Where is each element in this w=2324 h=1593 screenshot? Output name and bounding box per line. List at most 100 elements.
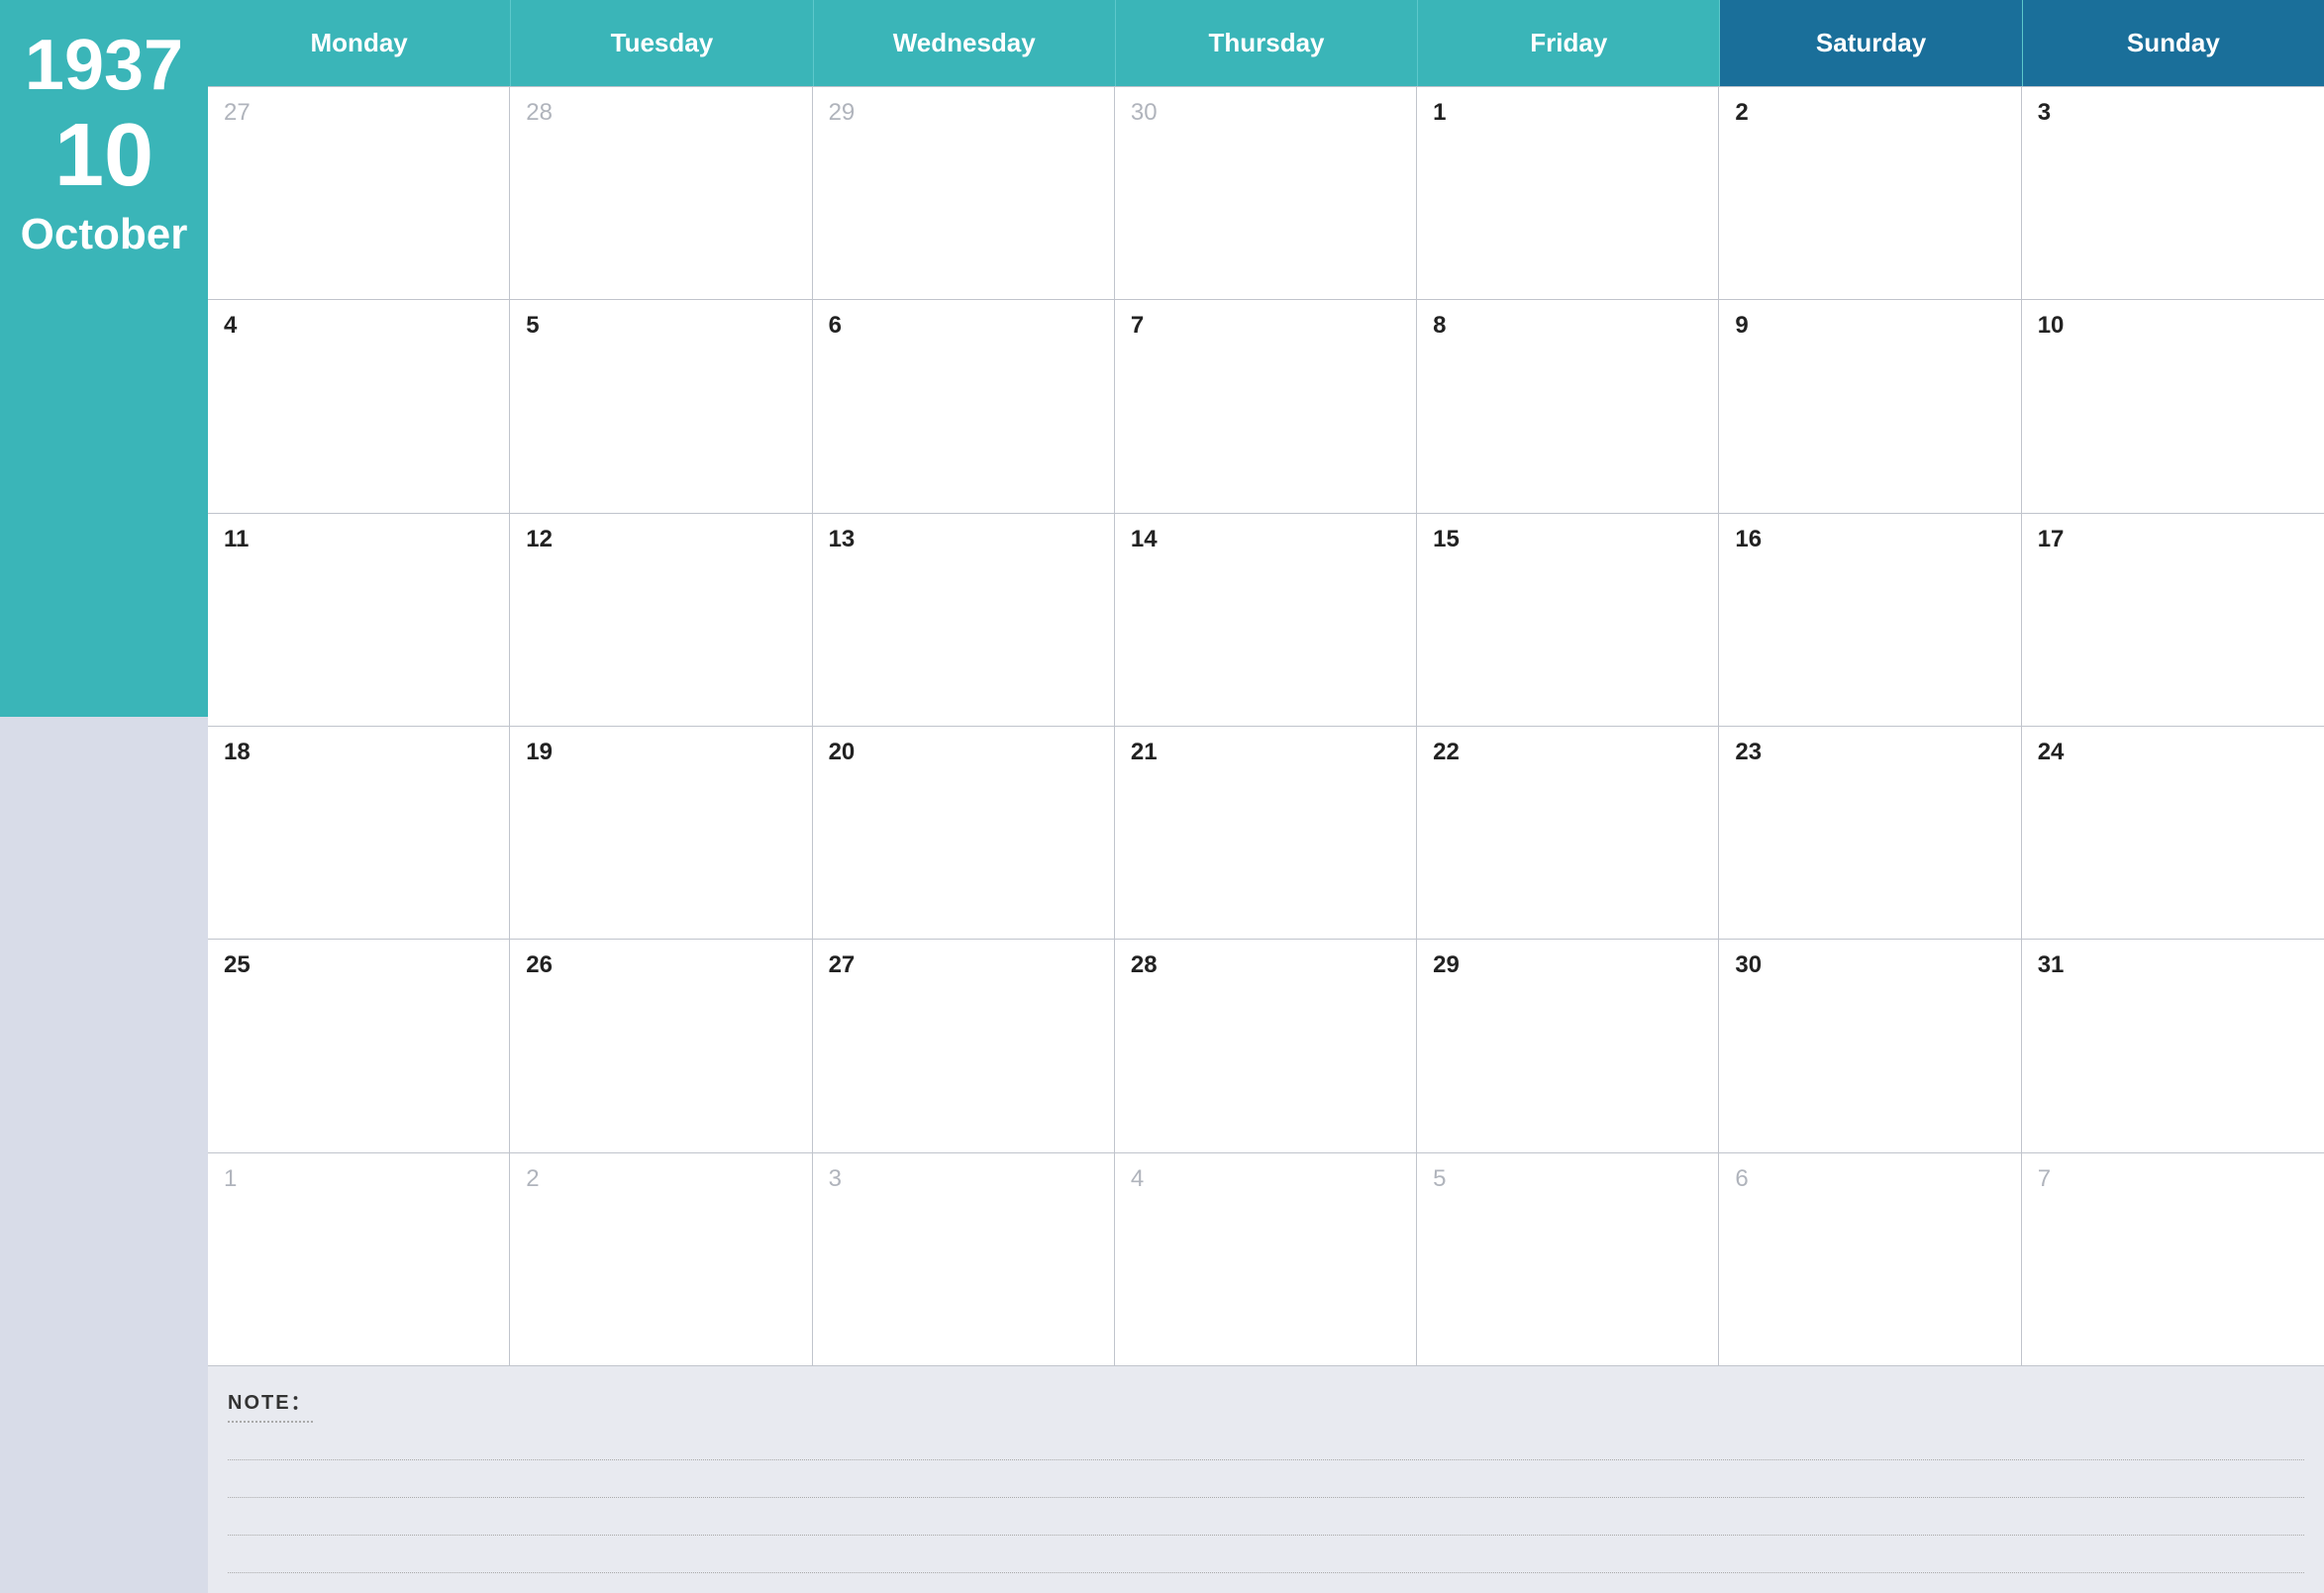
day-cell[interactable]: 26 — [510, 940, 812, 1152]
day-number: 12 — [526, 526, 795, 553]
header-sunday: Sunday — [2022, 0, 2324, 86]
day-cell[interactable]: 10 — [2022, 300, 2324, 513]
note-line-2 — [228, 1460, 2304, 1498]
day-number: 5 — [526, 312, 795, 340]
notes-lines — [228, 1423, 2304, 1593]
day-number: 28 — [526, 99, 795, 127]
day-number: 25 — [224, 951, 493, 979]
header-saturday: Saturday — [1719, 0, 2021, 86]
day-cell[interactable]: 27 — [208, 87, 510, 300]
day-number: 29 — [1433, 951, 1702, 979]
day-cell[interactable]: 6 — [813, 300, 1115, 513]
day-number: 21 — [1131, 739, 1400, 766]
day-cell[interactable]: 1 — [1417, 87, 1719, 300]
day-number: 26 — [526, 951, 795, 979]
sidebar: 1937 10 October — [0, 0, 208, 1593]
day-number: 31 — [2038, 951, 2308, 979]
day-number: 2 — [1735, 99, 2004, 127]
day-cell[interactable]: 3 — [2022, 87, 2324, 300]
day-cell[interactable]: 13 — [813, 514, 1115, 727]
day-number: 11 — [224, 526, 493, 553]
day-cell[interactable]: 19 — [510, 727, 812, 940]
header-tuesday: Tuesday — [510, 0, 812, 86]
day-number: 18 — [224, 739, 493, 766]
day-cell[interactable]: 3 — [813, 1153, 1115, 1366]
day-number: 1 — [1433, 99, 1702, 127]
day-cell[interactable]: 30 — [1719, 940, 2021, 1152]
day-cell[interactable]: 14 — [1115, 514, 1417, 727]
day-number: 16 — [1735, 526, 2004, 553]
day-cell[interactable]: 24 — [2022, 727, 2324, 940]
day-cell[interactable]: 27 — [813, 940, 1115, 1152]
day-cell[interactable]: 2 — [510, 1153, 812, 1366]
day-number: 10 — [2038, 312, 2308, 340]
day-cell[interactable]: 18 — [208, 727, 510, 940]
days-header: Monday Tuesday Wednesday Thursday Friday… — [208, 0, 2324, 86]
day-number: 5 — [1433, 1165, 1702, 1193]
day-number: 7 — [2038, 1165, 2308, 1193]
sidebar-month: October — [21, 210, 188, 259]
day-number: 4 — [1131, 1165, 1400, 1193]
day-cell[interactable]: 28 — [510, 87, 812, 300]
note-line-3 — [228, 1498, 2304, 1536]
day-number: 27 — [224, 99, 493, 127]
header-monday: Monday — [208, 0, 510, 86]
day-cell[interactable]: 1 — [208, 1153, 510, 1366]
day-cell[interactable]: 15 — [1417, 514, 1719, 727]
day-cell[interactable]: 22 — [1417, 727, 1719, 940]
day-cell[interactable]: 29 — [813, 87, 1115, 300]
day-cell[interactable]: 4 — [208, 300, 510, 513]
day-number: 3 — [829, 1165, 1098, 1193]
day-cell[interactable]: 31 — [2022, 940, 2324, 1152]
day-cell[interactable]: 16 — [1719, 514, 2021, 727]
day-number: 6 — [1735, 1165, 2004, 1193]
day-number: 22 — [1433, 739, 1702, 766]
day-cell[interactable]: 7 — [2022, 1153, 2324, 1366]
day-number: 20 — [829, 739, 1098, 766]
day-cell[interactable]: 30 — [1115, 87, 1417, 300]
note-line-4 — [228, 1536, 2304, 1573]
day-cell[interactable]: 9 — [1719, 300, 2021, 513]
note-line-1 — [228, 1423, 2304, 1460]
day-cell[interactable]: 29 — [1417, 940, 1719, 1152]
day-number: 7 — [1131, 312, 1400, 340]
day-number: 23 — [1735, 739, 2004, 766]
header-wednesday: Wednesday — [813, 0, 1115, 86]
day-number: 19 — [526, 739, 795, 766]
day-number: 30 — [1131, 99, 1400, 127]
sidebar-day-number: 10 — [54, 111, 153, 200]
day-cell[interactable]: 7 — [1115, 300, 1417, 513]
day-number: 30 — [1735, 951, 2004, 979]
notes-section: NOTE： — [208, 1366, 2324, 1593]
day-number: 6 — [829, 312, 1098, 340]
day-number: 17 — [2038, 526, 2308, 553]
day-cell[interactable]: 20 — [813, 727, 1115, 940]
day-cell[interactable]: 12 — [510, 514, 812, 727]
day-cell[interactable]: 5 — [510, 300, 812, 513]
header-friday: Friday — [1417, 0, 1719, 86]
day-cell[interactable]: 2 — [1719, 87, 2021, 300]
day-cell[interactable]: 23 — [1719, 727, 2021, 940]
calendar-container: 1937 10 October Monday Tuesday Wednesday… — [0, 0, 2324, 1593]
sidebar-year: 1937 — [25, 30, 183, 101]
day-cell[interactable]: 21 — [1115, 727, 1417, 940]
day-number: 9 — [1735, 312, 2004, 340]
day-number: 27 — [829, 951, 1098, 979]
day-cell[interactable]: 11 — [208, 514, 510, 727]
day-number: 24 — [2038, 739, 2308, 766]
day-cell[interactable]: 6 — [1719, 1153, 2021, 1366]
day-cell[interactable]: 17 — [2022, 514, 2324, 727]
day-cell[interactable]: 28 — [1115, 940, 1417, 1152]
day-number: 29 — [829, 99, 1098, 127]
header-thursday: Thursday — [1115, 0, 1417, 86]
day-cell[interactable]: 5 — [1417, 1153, 1719, 1366]
day-number: 2 — [526, 1165, 795, 1193]
day-number: 14 — [1131, 526, 1400, 553]
day-cell[interactable]: 25 — [208, 940, 510, 1152]
day-cell[interactable]: 8 — [1417, 300, 1719, 513]
day-number: 1 — [224, 1165, 493, 1193]
calendar-body: 2728293012345678910111213141516171819202… — [208, 86, 2324, 1366]
note-label: NOTE： — [228, 1386, 313, 1423]
day-cell[interactable]: 4 — [1115, 1153, 1417, 1366]
day-number: 8 — [1433, 312, 1702, 340]
